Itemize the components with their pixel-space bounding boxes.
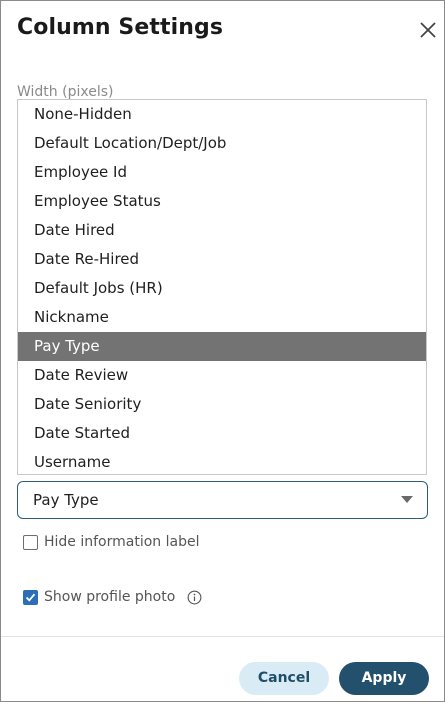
checkmark-icon	[25, 593, 36, 602]
hide-info-row: Hide information label	[23, 534, 199, 550]
dropdown-options-list: None-Hidden Default Location/Dept/Job Empl…	[17, 99, 427, 475]
dropdown-option[interactable]: Username	[18, 448, 426, 477]
dropdown-option[interactable]: Default Jobs (HR)	[18, 274, 426, 303]
dialog-title: Column Settings	[17, 15, 224, 40]
dropdown-option[interactable]: Date Re-Hired	[18, 245, 426, 274]
dropdown-option[interactable]: Employee Status	[18, 187, 426, 216]
width-field-label: Width (pixels)	[17, 84, 114, 100]
footer-divider	[1, 636, 444, 637]
chevron-down-icon	[401, 496, 413, 503]
column-settings-dialog: Column Settings Width (pixels) None-Hidd…	[0, 0, 445, 702]
dropdown-option[interactable]: Date Review	[18, 361, 426, 390]
cancel-button[interactable]: Cancel	[239, 662, 329, 695]
dropdown-option[interactable]: Default Location/Dept/Job	[18, 129, 426, 158]
column-select-value: Pay Type	[33, 491, 99, 509]
dropdown-option[interactable]: Date Hired	[18, 216, 426, 245]
show-photo-checkbox[interactable]	[23, 589, 38, 605]
hide-info-checkbox[interactable]	[23, 534, 38, 550]
show-photo-row: Show profile photo	[23, 589, 202, 605]
column-select[interactable]: Pay Type	[17, 481, 428, 519]
close-icon[interactable]	[417, 19, 439, 41]
apply-button[interactable]: Apply	[339, 662, 429, 695]
dropdown-option[interactable]: Date Started	[18, 419, 426, 448]
dropdown-option[interactable]: Nickname	[18, 303, 426, 332]
show-photo-label: Show profile photo	[44, 589, 176, 605]
dropdown-option[interactable]: None-Hidden	[18, 100, 426, 129]
hide-info-label: Hide information label	[44, 534, 200, 550]
dropdown-option[interactable]: Pay Type	[18, 332, 426, 361]
info-icon[interactable]	[187, 590, 202, 605]
dropdown-option[interactable]: Date Seniority	[18, 390, 426, 419]
dropdown-option[interactable]: Employee Id	[18, 158, 426, 187]
